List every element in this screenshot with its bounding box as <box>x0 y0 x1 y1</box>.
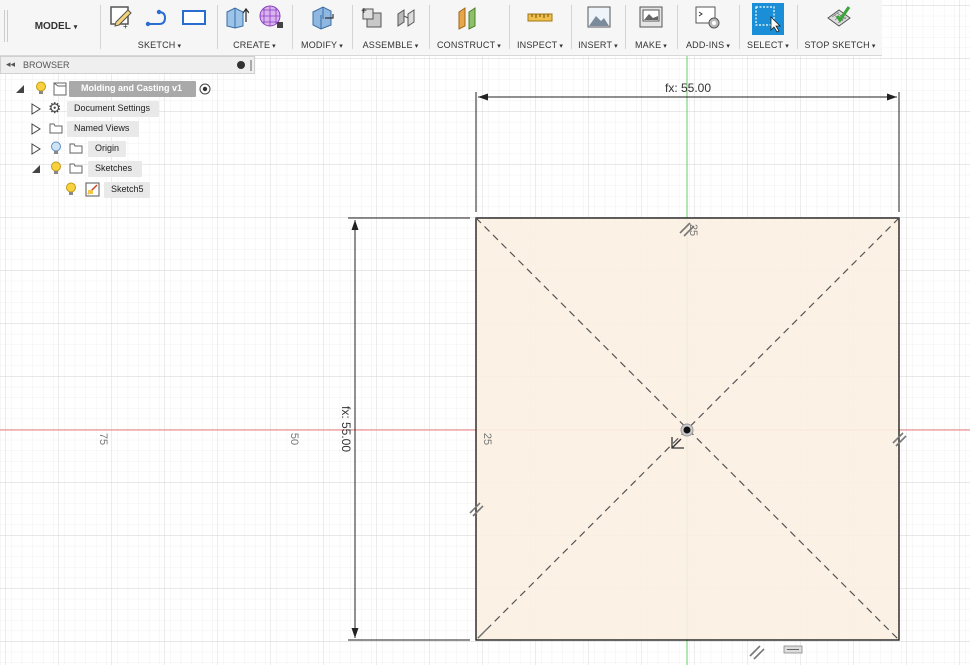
visibility-bulb-icon[interactable] <box>35 81 47 96</box>
expand-triangle-icon[interactable] <box>31 143 41 155</box>
folder-icon <box>69 163 83 174</box>
scripts-addins-icon[interactable] <box>694 4 720 30</box>
create-group: CREATE ▾ <box>218 0 291 55</box>
horizontal-dimension-text[interactable]: fx: 55.00 <box>665 81 711 95</box>
construct-menu[interactable]: CONSTRUCT ▾ <box>430 40 508 50</box>
insert-menu[interactable]: INSERT ▾ <box>572 40 624 50</box>
select-group: SELECT ▾ <box>740 0 796 55</box>
stop-sketch-icon[interactable] <box>826 4 852 30</box>
make-group: MAKE ▾ <box>626 0 676 55</box>
assemble-menu[interactable]: ASSEMBLE ▾ <box>353 40 428 50</box>
insert-image-icon[interactable] <box>586 4 612 30</box>
add-ins-menu[interactable]: ADD-INS ▾ <box>678 40 738 50</box>
collapse-triangle-icon[interactable] <box>15 84 25 94</box>
create-menu[interactable]: CREATE ▾ <box>218 40 291 50</box>
browser-item-sketch5[interactable]: Sketch5 <box>0 181 170 199</box>
browser-item-sketches[interactable]: Sketches <box>0 160 170 178</box>
collapse-browser-icon[interactable]: ◂◂ <box>6 59 15 70</box>
create-sketch-icon[interactable]: + <box>109 4 135 30</box>
browser-root-row[interactable]: Molding and Casting v1 <box>0 80 215 98</box>
joint-icon[interactable] <box>395 4 421 30</box>
expand-triangle-icon[interactable] <box>31 103 41 115</box>
component-icon <box>53 82 67 96</box>
browser-header[interactable]: ◂◂ BROWSER <box>0 56 255 74</box>
visibility-bulb-icon[interactable] <box>50 141 62 156</box>
press-pull-icon[interactable] <box>309 4 335 30</box>
browser-item-label: Origin <box>95 143 120 153</box>
browser-resize-handle[interactable] <box>250 60 252 71</box>
form-icon[interactable] <box>258 4 284 30</box>
sketch-group: + SKETCH ▾ <box>103 0 216 55</box>
new-component-icon[interactable]: + <box>359 4 385 30</box>
browser-pin-icon[interactable] <box>237 61 245 69</box>
root-component-label: Molding and Casting v1 <box>81 83 183 93</box>
select-icon[interactable] <box>752 3 784 35</box>
svg-text:+: + <box>361 6 367 17</box>
make-menu[interactable]: MAKE ▾ <box>626 40 676 50</box>
sketch-icon <box>85 182 100 197</box>
grid-label-25-top: 25 <box>687 224 699 236</box>
line-tool-icon[interactable] <box>145 4 171 30</box>
browser-item-label: Document Settings <box>74 103 151 113</box>
inspect-group: INSPECT ▾ <box>510 0 570 55</box>
grid-label-75: 75 <box>97 433 109 445</box>
workspace-label: MODEL <box>34 21 71 32</box>
measure-icon[interactable] <box>527 4 553 30</box>
collapse-triangle-icon[interactable] <box>31 164 41 174</box>
activate-radio-icon[interactable] <box>199 83 211 95</box>
insert-group: INSERT ▾ <box>572 0 624 55</box>
construct-group: CONSTRUCT ▾ <box>430 0 508 55</box>
vertical-dimension-text[interactable]: fx: 55.00 <box>339 406 353 452</box>
expand-triangle-icon[interactable] <box>31 123 41 135</box>
folder-icon <box>69 143 83 154</box>
add-ins-group: ADD-INS ▾ <box>678 0 738 55</box>
extrude-icon[interactable] <box>223 4 249 30</box>
sketch-menu[interactable]: SKETCH ▾ <box>103 40 216 50</box>
browser-item-named-views[interactable]: Named Views <box>0 120 170 138</box>
browser-item-document-settings[interactable]: ⚙ Document Settings <box>0 100 170 118</box>
rectangle-tool-icon[interactable] <box>181 4 207 30</box>
offset-plane-icon[interactable] <box>456 4 482 30</box>
toolbar: MODEL ▾ + SKETCH ▾ CREATE ▾ MODIFY ▾ + ASSEM… <box>0 0 882 56</box>
stop-sketch-group: STOP SKETCH ▾ <box>798 0 882 55</box>
browser-item-label: Sketches <box>95 163 133 173</box>
grid-label-50: 50 <box>288 433 300 445</box>
browser-title: BROWSER <box>23 60 70 70</box>
assemble-group: + ASSEMBLE ▾ <box>353 0 428 55</box>
browser-item-label: Sketch5 <box>111 184 144 194</box>
3d-print-icon[interactable] <box>638 4 664 30</box>
browser-item-origin[interactable]: Origin <box>0 140 170 158</box>
visibility-bulb-icon[interactable] <box>50 161 62 176</box>
gear-icon: ⚙ <box>48 100 62 117</box>
inspect-menu[interactable]: INSPECT ▾ <box>510 40 570 50</box>
select-menu[interactable]: SELECT ▾ <box>740 40 796 50</box>
workspace-switcher[interactable]: MODEL ▾ <box>4 0 100 55</box>
modify-menu[interactable]: MODIFY ▾ <box>293 40 351 50</box>
modify-group: MODIFY ▾ <box>293 0 351 55</box>
horizontal-constraint-icon[interactable] <box>783 645 803 654</box>
stop-sketch-button[interactable]: STOP SKETCH ▾ <box>798 40 882 50</box>
visibility-bulb-icon[interactable] <box>65 182 77 197</box>
folder-icon <box>49 123 63 134</box>
grid-label-25-left: 25 <box>481 433 493 445</box>
svg-text:+: + <box>123 22 128 30</box>
browser-item-label: Named Views <box>74 123 130 133</box>
